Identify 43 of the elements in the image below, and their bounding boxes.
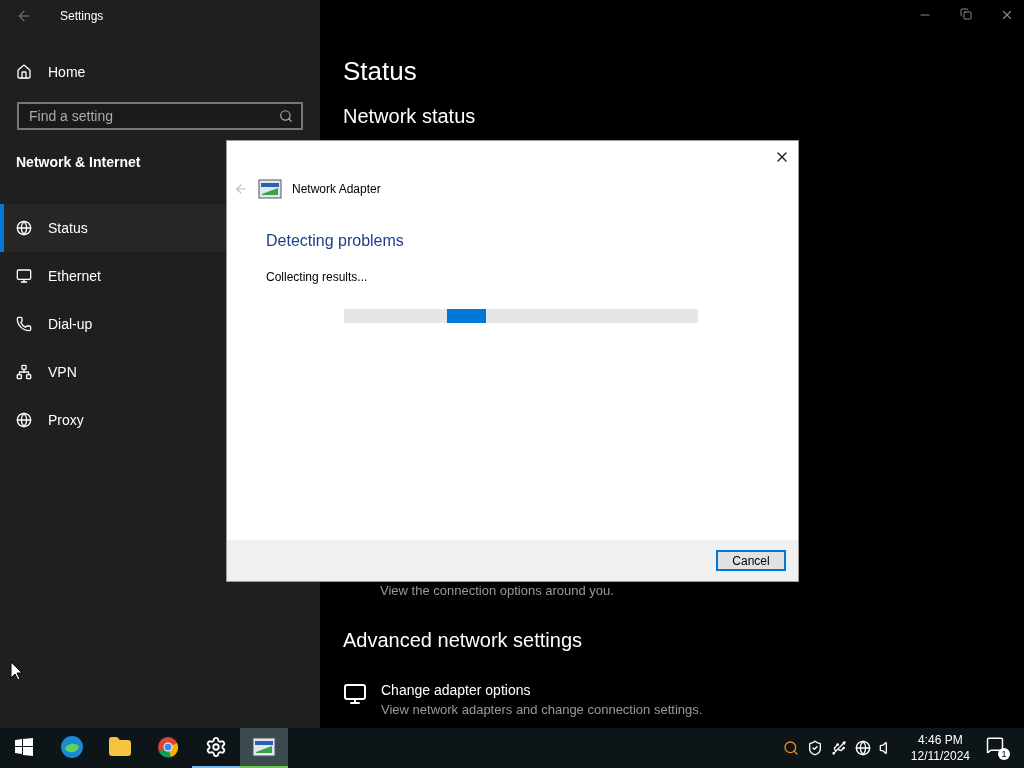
- shield-icon[interactable]: [806, 740, 823, 756]
- adapter-window-icon: [258, 179, 282, 199]
- section-title: Network & Internet: [15, 154, 142, 170]
- chrome-icon: [157, 736, 179, 758]
- sidebar-item[interactable]: Proxy: [0, 396, 320, 444]
- cursor-icon: [10, 661, 22, 681]
- globe-icon: [16, 220, 32, 236]
- notification-count: 1: [998, 748, 1010, 760]
- description: View network adapters and change connection settings.: [381, 702, 703, 717]
- back-arrow-icon[interactable]: [16, 8, 32, 24]
- clock-time[interactable]: 4:46 PM: [918, 732, 963, 748]
- edge-icon: [60, 735, 84, 759]
- close-icon[interactable]: [1000, 8, 1014, 22]
- dialog-title: Network Adapter: [292, 182, 381, 196]
- globe-icon[interactable]: [854, 740, 871, 756]
- network-icon: [16, 364, 32, 380]
- window-title: Settings: [60, 9, 104, 23]
- phone-icon: [16, 316, 32, 332]
- sidebar-item[interactable]: VPN: [0, 348, 320, 396]
- monitor-icon[interactable]: [343, 682, 367, 706]
- section-heading: Advanced network settings: [343, 629, 584, 652]
- usb-icon[interactable]: [830, 740, 847, 756]
- page-title: Status: [343, 56, 418, 87]
- search-field[interactable]: Find a setting: [17, 102, 303, 130]
- section-heading: Network status: [343, 105, 477, 128]
- monitor-icon: [16, 268, 32, 284]
- folder-icon: [108, 735, 132, 759]
- windows-logo-icon: [15, 738, 33, 756]
- search-icon[interactable]: [782, 740, 799, 756]
- caption: View the connection options around you.: [379, 583, 615, 598]
- link-title[interactable]: Change adapter options: [381, 682, 703, 698]
- settings-icon: [205, 736, 227, 758]
- clock-date[interactable]: 12/11/2024: [910, 748, 970, 764]
- status-text: Collecting results...: [266, 270, 369, 284]
- taskbar-app[interactable]: [240, 728, 288, 768]
- search-icon: [279, 109, 293, 123]
- home-nav-item[interactable]: Home: [0, 50, 320, 94]
- cancel-button[interactable]: Cancel: [716, 550, 786, 571]
- globe-icon: [16, 412, 32, 428]
- home-icon: [16, 64, 32, 80]
- adapter-window-icon: [252, 737, 276, 757]
- restore-icon[interactable]: [960, 8, 972, 20]
- sidebar-item[interactable]: Dial-up: [0, 300, 320, 348]
